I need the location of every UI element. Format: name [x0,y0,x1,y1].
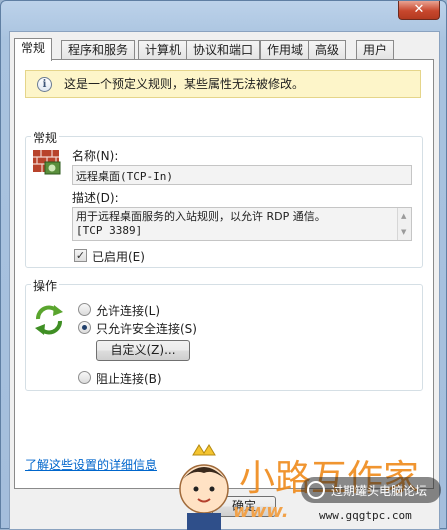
action-group: 操作 允许连接(L) 只允许安全连接(S) 自定义(Z)... 阻止连接(B) [25,277,423,391]
tab-panel-general: i 这是一个预定义规则，某些属性无法被修改。 常规 名称(N): 远程桌面(TC… [14,59,434,489]
close-button[interactable]: ✕ [398,1,440,20]
action-group-title: 操作 [31,277,60,294]
block-connection-label: 阻止连接(B) [96,372,162,386]
learn-more-link[interactable]: 了解这些设置的详细信息 [25,456,157,473]
tab-label: 计算机 [145,43,182,57]
description-field[interactable]: 用于远程桌面服务的入站规则，以允许 RDP 通信。 [TCP 3389] ▲ ▼ [72,207,412,241]
allow-secure-label: 只允许安全连接(S) [96,322,197,336]
allow-connection-label: 允许连接(L) [96,304,161,318]
tab-scope[interactable]: 作用域 [260,40,311,60]
tab-users[interactable]: 用户 [356,40,395,60]
tab-label: 程序和服务 [68,43,129,57]
block-connection-radio[interactable] [78,371,91,384]
description-line-1: 用于远程桌面服务的入站规则，以允许 RDP 通信。 [76,210,326,223]
allow-secure-radio[interactable] [78,321,91,334]
general-group-title: 常规 [31,129,60,146]
tab-label: 用户 [363,43,388,57]
firewall-brick-icon [33,150,61,175]
name-field[interactable]: 远程桌面(TCP-In) [72,165,412,185]
tab-advanced[interactable]: 高级 [308,40,347,60]
customize-button[interactable]: 自定义(Z)... [96,340,190,361]
name-field-value: 远程桌面(TCP-In) [76,170,173,183]
info-bar: i 这是一个预定义规则，某些属性无法被修改。 [25,70,421,98]
tab-label: 高级 [315,43,340,57]
cartoon-mascot-watermark [179,444,229,530]
info-icon: i [37,77,52,92]
tab-protocols-ports[interactable]: 协议和端口 [186,40,261,60]
forum-logo-icon [307,481,325,499]
general-group: 常规 名称(N): 远程桌面(TCP-In) 描述(D): 用于远程桌面服务的入… [25,129,423,268]
brand-url-watermark: www. [233,501,289,522]
close-icon: ✕ [413,2,425,17]
tab-label: 常规 [21,41,46,55]
tab-label: 作用域 [267,43,304,57]
tab-programs-services[interactable]: 程序和服务 [61,40,136,60]
scroll-down-arrow-icon[interactable]: ▼ [401,225,406,239]
info-text: 这是一个预定义规则，某些属性无法被修改。 [64,77,305,91]
scroll-up-arrow-icon[interactable]: ▲ [401,209,406,223]
description-label: 描述(D): [72,191,119,205]
name-label: 名称(N): [72,149,119,163]
enabled-checkbox[interactable]: ✓ [74,249,87,262]
forum-url: www.gqgtpc.com [319,509,412,522]
tab-computers[interactable]: 计算机 [138,40,189,60]
forum-name: 过期罐头电脑论坛 [331,484,428,498]
customize-button-label: 自定义(Z)... [110,343,176,357]
tab-general[interactable]: 常规 [14,38,53,61]
refresh-arrows-icon [35,305,63,335]
tab-label: 协议和端口 [193,43,254,57]
forum-watermark-badge: 过期罐头电脑论坛 [301,477,441,503]
allow-connection-radio[interactable] [78,303,91,316]
dialog-window: ✕ 常规 程序和服务 计算机 协议和端口 作用域 高级 用户 i 这是一个预定义… [0,0,447,530]
description-scrollbar[interactable]: ▲ ▼ [397,208,411,240]
description-line-2: [TCP 3389] [76,224,143,237]
enabled-label: 已启用(E) [92,250,145,264]
